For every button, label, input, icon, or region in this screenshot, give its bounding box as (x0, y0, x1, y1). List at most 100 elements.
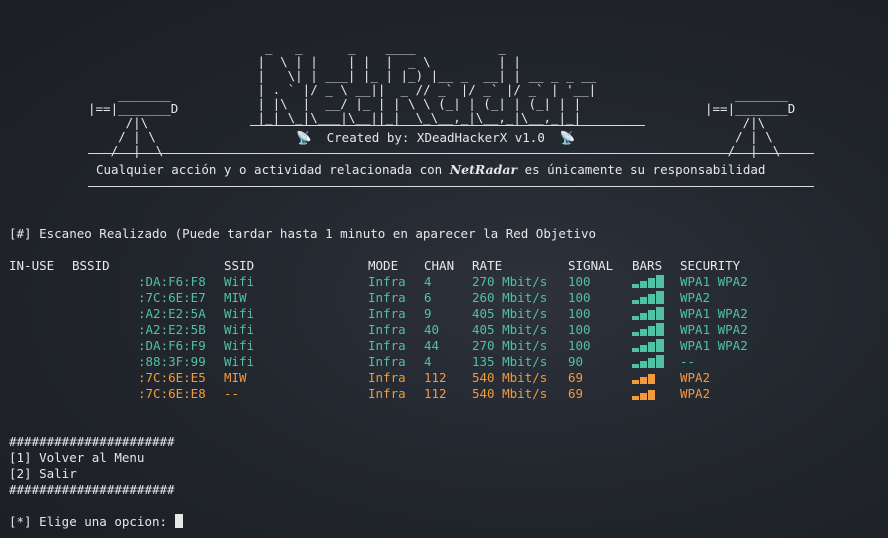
cell-security: -- (680, 354, 696, 369)
column-header-mode: MODE (368, 258, 399, 273)
signal-bars-icon (632, 387, 664, 400)
cell-ssid: MIW (224, 290, 247, 305)
cell-chan: 44 (424, 338, 440, 353)
signal-bar (640, 329, 647, 336)
cell-chan: 40 (424, 322, 440, 337)
signal-bars-icon (632, 291, 664, 304)
terminal-cursor[interactable] (174, 514, 183, 528)
signal-bar (640, 313, 647, 320)
cell-bssid: :A2:E2:5B (138, 322, 206, 337)
warning-top-rule (88, 153, 814, 154)
signal-bar (632, 332, 639, 336)
signal-bar (656, 307, 664, 320)
prompt-line[interactable]: [*] Elige una opcion: (9, 514, 183, 529)
column-header-in-use: IN-USE (9, 258, 55, 273)
cell-rate: 270 Mbit/s (472, 338, 548, 353)
signal-bar (648, 358, 655, 368)
cell-chan: 9 (424, 306, 432, 321)
menu-option-volver[interactable]: [1] Volver al Menu (9, 450, 144, 465)
cell-bssid: :DA:F6:F9 (138, 338, 206, 353)
cell-rate: 135 Mbit/s (472, 354, 548, 369)
cell-ssid: Wifi (224, 274, 255, 289)
signal-bar (648, 342, 655, 352)
signal-bar (656, 339, 664, 352)
signal-bar (656, 371, 664, 384)
signal-bar (640, 281, 647, 288)
cell-rate: 405 Mbit/s (472, 322, 548, 337)
signal-bar (632, 348, 639, 352)
cell-bssid: :7C:6E:E5 (138, 370, 206, 385)
warning-brand: NetRadar (449, 162, 518, 177)
signal-bar (640, 377, 647, 384)
signal-bars-icon (632, 275, 664, 288)
signal-bar (640, 297, 647, 304)
cell-security: WPA2 (680, 290, 711, 305)
cell-chan: 112 (424, 386, 447, 401)
cell-rate: 540 Mbit/s (472, 386, 548, 401)
cell-mode: Infra (368, 370, 406, 385)
cell-ssid: -- (224, 386, 240, 401)
signal-bar (632, 284, 639, 288)
cell-ssid: Wifi (224, 338, 255, 353)
cell-signal: 100 (568, 322, 591, 337)
cell-security: WPA1 WPA2 (680, 274, 748, 289)
column-header-bssid: BSSID (72, 258, 110, 273)
cell-mode: Infra (368, 386, 406, 401)
signal-bars-icon (632, 323, 664, 336)
column-header-security: SECURITY (680, 258, 741, 273)
cell-bssid: :7C:6E:E8 (138, 386, 206, 401)
signal-bars-icon (632, 307, 664, 320)
cell-rate: 540 Mbit/s (472, 370, 548, 385)
netradar-ascii-logo: _ _ _ ____ _ | \ | | | | | _ \ | | | \| … (257, 39, 597, 125)
cell-ssid: MIW (224, 370, 247, 385)
satellite-right-ascii: _______ |==|_______D /|\ / | \ / | \ (705, 86, 796, 158)
signal-bar (632, 316, 639, 320)
menu-separator-bottom: ###################### (9, 482, 175, 497)
cell-mode: Infra (368, 322, 406, 337)
column-header-rate: RATE (472, 258, 503, 273)
cell-signal: 100 (568, 290, 591, 305)
signal-bar (648, 294, 655, 304)
cell-rate: 260 Mbit/s (472, 290, 548, 305)
column-header-ssid: SSID (224, 258, 255, 273)
cell-bssid: :A2:E2:5A (138, 306, 206, 321)
column-header-chan: CHAN (424, 258, 455, 273)
signal-bar (656, 323, 664, 336)
cell-mode: Infra (368, 338, 406, 353)
signal-bar (648, 278, 655, 288)
cell-mode: Infra (368, 274, 406, 289)
cell-signal: 69 (568, 386, 584, 401)
satellite-left-ascii: _______ |==|_______D /|\ / | \ / | \ (88, 86, 179, 158)
menu-separator-top: ###################### (9, 434, 175, 449)
cell-mode: Infra (368, 290, 406, 305)
cell-security: WPA1 WPA2 (680, 338, 748, 353)
cell-signal: 100 (568, 306, 591, 321)
warning-suffix: es únicamente su responsabilidad (517, 162, 766, 177)
signal-bar (632, 396, 639, 400)
signal-bar (656, 275, 664, 288)
signal-bar (648, 374, 655, 384)
cell-chan: 6 (424, 290, 432, 305)
column-header-signal: SIGNAL (568, 258, 614, 273)
signal-bars-icon (632, 339, 664, 352)
cell-bssid: :88:3F:99 (138, 354, 206, 369)
cell-signal: 69 (568, 370, 584, 385)
cell-security: WPA1 WPA2 (680, 306, 748, 321)
signal-bar (640, 345, 647, 352)
cell-rate: 270 Mbit/s (472, 274, 548, 289)
signal-bar (648, 390, 655, 400)
cell-signal: 90 (568, 354, 584, 369)
cell-bssid: :7C:6E:E7 (138, 290, 206, 305)
cell-chan: 112 (424, 370, 447, 385)
warning-line: Cualquier acción y o actividad relaciona… (96, 162, 765, 177)
menu-option-salir[interactable]: [2] Salir (9, 466, 77, 481)
signal-bar (632, 300, 639, 304)
signal-bar (640, 393, 647, 400)
cell-ssid: Wifi (224, 354, 255, 369)
cell-chan: 4 (424, 274, 432, 289)
signal-bar (656, 387, 664, 400)
warning-prefix: Cualquier acción y o actividad relaciona… (96, 162, 450, 177)
scan-status-line: [#] Escaneo Realizado (Puede tardar hast… (9, 226, 596, 241)
cell-rate: 405 Mbit/s (472, 306, 548, 321)
signal-bar (632, 364, 639, 368)
